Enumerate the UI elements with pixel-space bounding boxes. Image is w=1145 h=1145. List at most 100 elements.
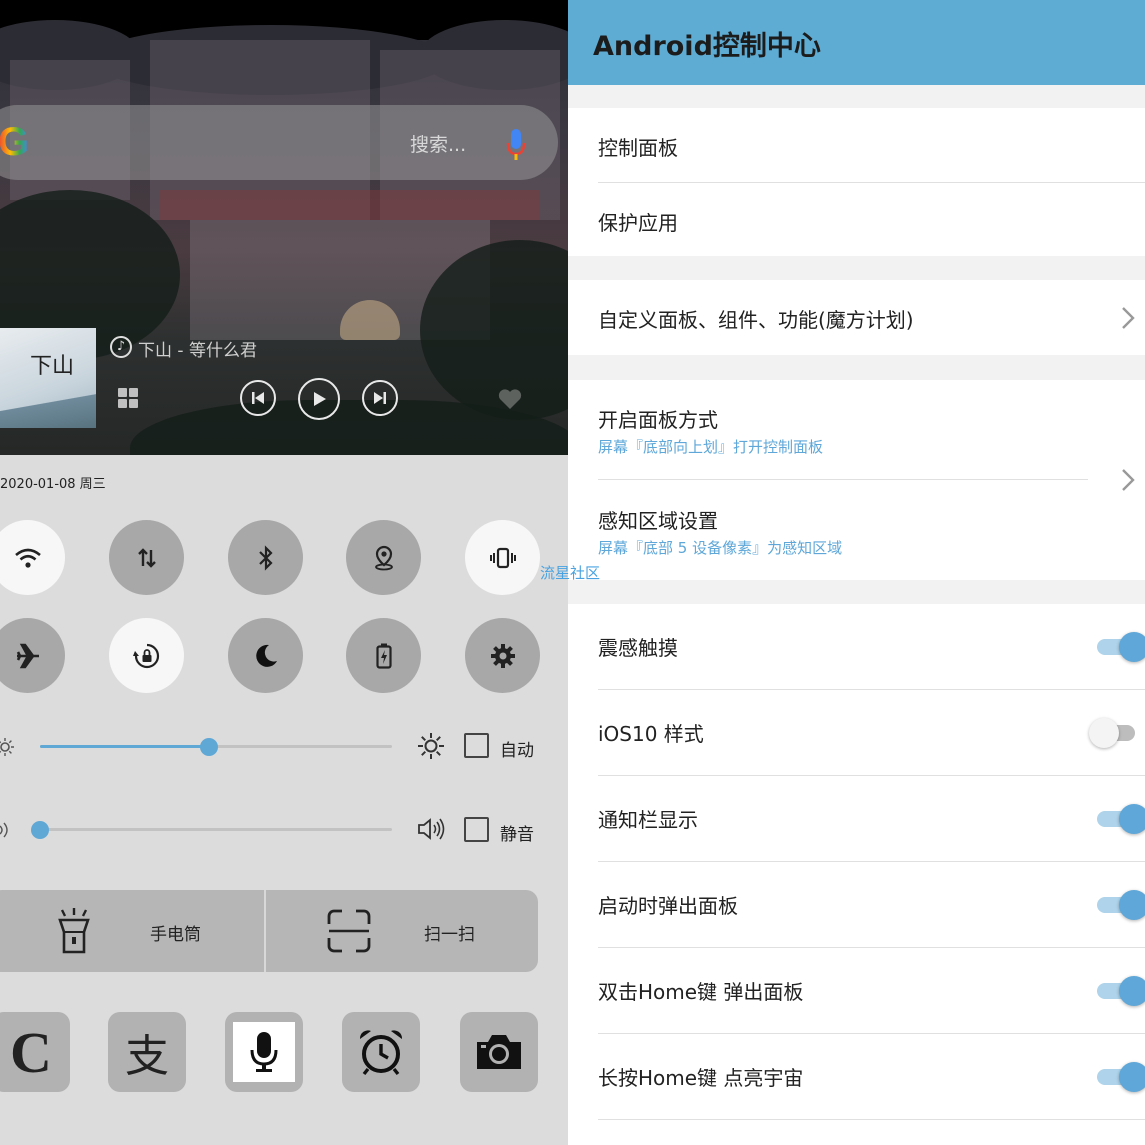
location-toggle[interactable] xyxy=(346,520,421,595)
mute-checkbox[interactable] xyxy=(464,817,489,842)
vibration-touch-item[interactable]: 震感触摸 xyxy=(598,604,1145,690)
grid-icon[interactable] xyxy=(118,388,138,408)
flashlight-label: 手电筒 xyxy=(150,925,201,945)
alipay-icon: 支 xyxy=(125,1031,169,1082)
vibrate-icon xyxy=(489,547,516,568)
data-arrows-icon xyxy=(137,547,156,568)
settings-screen: Android控制中心 控制面板 保护应用 自定义面板、组件、功能(魔方计划) … xyxy=(568,0,1145,1145)
mobile-data-toggle[interactable] xyxy=(109,520,184,595)
open-mode-description: 屏幕『底部向上划』打开控制面板 xyxy=(598,438,824,456)
custom-panel-item[interactable]: 自定义面板、组件、功能(魔方计划) xyxy=(598,280,1145,355)
search-placeholder: 搜索... xyxy=(410,134,467,156)
airplane-icon xyxy=(16,643,39,668)
rotation-lock-icon xyxy=(132,643,159,668)
netease-music-icon: ♪ xyxy=(110,336,132,358)
settings-group-toggles: 震感触摸 iOS10 样式 通知栏显示 启动时弹出面板 双击Home键 弹出面板… xyxy=(568,604,1145,1145)
popup-on-start-item[interactable]: 启动时弹出面板 xyxy=(598,862,1145,948)
gear-icon xyxy=(490,643,515,668)
skip-previous-icon xyxy=(252,392,264,404)
brightness-low-icon xyxy=(0,738,14,756)
app-shortcut-c[interactable]: C xyxy=(0,1012,70,1092)
microphone-icon[interactable] xyxy=(506,127,526,163)
vibration-touch-label: 震感触摸 xyxy=(598,636,678,660)
camera-icon xyxy=(477,1035,521,1069)
flashlight-button[interactable]: 手电筒 xyxy=(0,890,264,972)
battery-saver-toggle[interactable] xyxy=(346,618,421,693)
airplane-mode-toggle[interactable] xyxy=(0,618,65,693)
popup-on-start-switch[interactable] xyxy=(1093,890,1145,920)
open-mode-label: 开启面板方式 xyxy=(598,408,718,432)
sense-area-description: 屏幕『底部 5 设备像素』为感知区域 xyxy=(598,539,843,557)
play-button[interactable] xyxy=(298,378,340,420)
brightness-fill xyxy=(40,745,209,748)
settings-group-panel: 控制面板 保护应用 xyxy=(568,108,1145,256)
settings-group-custom: 自定义面板、组件、功能(魔方计划) xyxy=(568,280,1145,355)
scan-label: 扫一扫 xyxy=(424,925,475,945)
brightness-high-icon xyxy=(418,733,444,759)
wallpaper: G 搜索... 下山 ♪ 下山 - 等什么君 xyxy=(0,0,568,455)
open-mode-item[interactable]: 开启面板方式 屏幕『底部向上划』打开控制面板 xyxy=(598,380,1145,479)
control-panel-item[interactable]: 控制面板 xyxy=(598,108,1145,182)
auto-brightness-checkbox[interactable] xyxy=(464,733,489,758)
app-shortcut-camera[interactable] xyxy=(460,1012,538,1092)
microphone-icon xyxy=(250,1032,278,1072)
double-home-switch[interactable] xyxy=(1093,976,1145,1006)
long-press-home-label: 长按Home键 点亮宇宙 xyxy=(598,1066,804,1090)
settings-button[interactable] xyxy=(465,618,540,693)
volume-low-icon xyxy=(0,822,8,838)
rotation-lock-toggle[interactable] xyxy=(109,618,184,693)
app-shortcut-alipay[interactable]: 支 xyxy=(108,1012,186,1092)
long-press-home-item[interactable]: 长按Home键 点亮宇宙 xyxy=(598,1034,1145,1120)
google-icon: G xyxy=(0,120,30,164)
heart-icon[interactable] xyxy=(498,388,522,410)
scan-button[interactable]: 扫一扫 xyxy=(266,890,538,972)
auto-brightness-label: 自动 xyxy=(500,741,534,761)
volume-slider-thumb[interactable] xyxy=(31,821,49,839)
vibrate-toggle[interactable] xyxy=(465,520,540,595)
app-shortcut-voice[interactable] xyxy=(225,1012,303,1092)
previous-track-button[interactable] xyxy=(240,380,276,416)
app-bar: Android控制中心 xyxy=(568,0,1145,85)
custom-panel-label: 自定义面板、组件、功能(魔方计划) xyxy=(598,308,914,332)
app-c-icon: C xyxy=(10,1019,52,1085)
control-panel-label: 控制面板 xyxy=(598,136,678,160)
search-bar[interactable]: G 搜索... xyxy=(0,105,558,180)
scan-icon xyxy=(327,909,371,953)
protect-apps-item[interactable]: 保护应用 xyxy=(598,183,1145,256)
app-title: Android控制中心 xyxy=(593,31,821,62)
mute-label: 静音 xyxy=(500,825,534,845)
app-shortcut-alarm[interactable] xyxy=(342,1012,420,1092)
bluetooth-toggle[interactable] xyxy=(228,520,303,595)
vibration-touch-switch[interactable] xyxy=(1093,632,1145,662)
date-text: 2020-01-08 周三 xyxy=(0,477,106,492)
notification-bar-switch[interactable] xyxy=(1093,804,1145,834)
volume-slider[interactable] xyxy=(31,821,392,839)
protect-apps-label: 保护应用 xyxy=(598,211,678,235)
double-home-item[interactable]: 双击Home键 弹出面板 xyxy=(598,948,1145,1034)
do-not-disturb-toggle[interactable] xyxy=(228,618,303,693)
brightness-slider[interactable] xyxy=(40,738,392,756)
next-track-button[interactable] xyxy=(362,380,398,416)
popup-on-start-label: 启动时弹出面板 xyxy=(598,894,738,918)
bluetooth-icon xyxy=(258,544,273,571)
ios10-style-switch[interactable] xyxy=(1089,718,1143,748)
watermark-text: 流星社区 xyxy=(540,564,601,582)
moon-icon xyxy=(255,644,277,667)
notification-bar-label: 通知栏显示 xyxy=(598,808,698,832)
sense-area-item[interactable]: 感知区域设置 屏幕『底部 5 设备像素』为感知区域 xyxy=(598,480,1145,580)
song-title: 下山 - 等什么君 xyxy=(138,341,257,361)
battery-icon xyxy=(375,643,392,669)
tool-row: 手电筒 扫一扫 xyxy=(0,890,538,972)
volume-high-icon xyxy=(418,818,445,840)
double-home-label: 双击Home键 弹出面板 xyxy=(598,980,804,1004)
wifi-toggle[interactable] xyxy=(0,520,65,595)
notification-bar-item[interactable]: 通知栏显示 xyxy=(598,776,1145,862)
chevron-right-icon[interactable] xyxy=(1121,468,1135,492)
ios10-style-item[interactable]: iOS10 样式 xyxy=(598,690,1145,776)
chevron-right-icon xyxy=(1122,307,1135,329)
album-art[interactable]: 下山 xyxy=(0,328,96,428)
flashlight-icon xyxy=(58,908,90,954)
long-press-home-switch[interactable] xyxy=(1093,1062,1145,1092)
brightness-slider-thumb[interactable] xyxy=(199,738,218,756)
skip-next-icon xyxy=(374,392,386,404)
